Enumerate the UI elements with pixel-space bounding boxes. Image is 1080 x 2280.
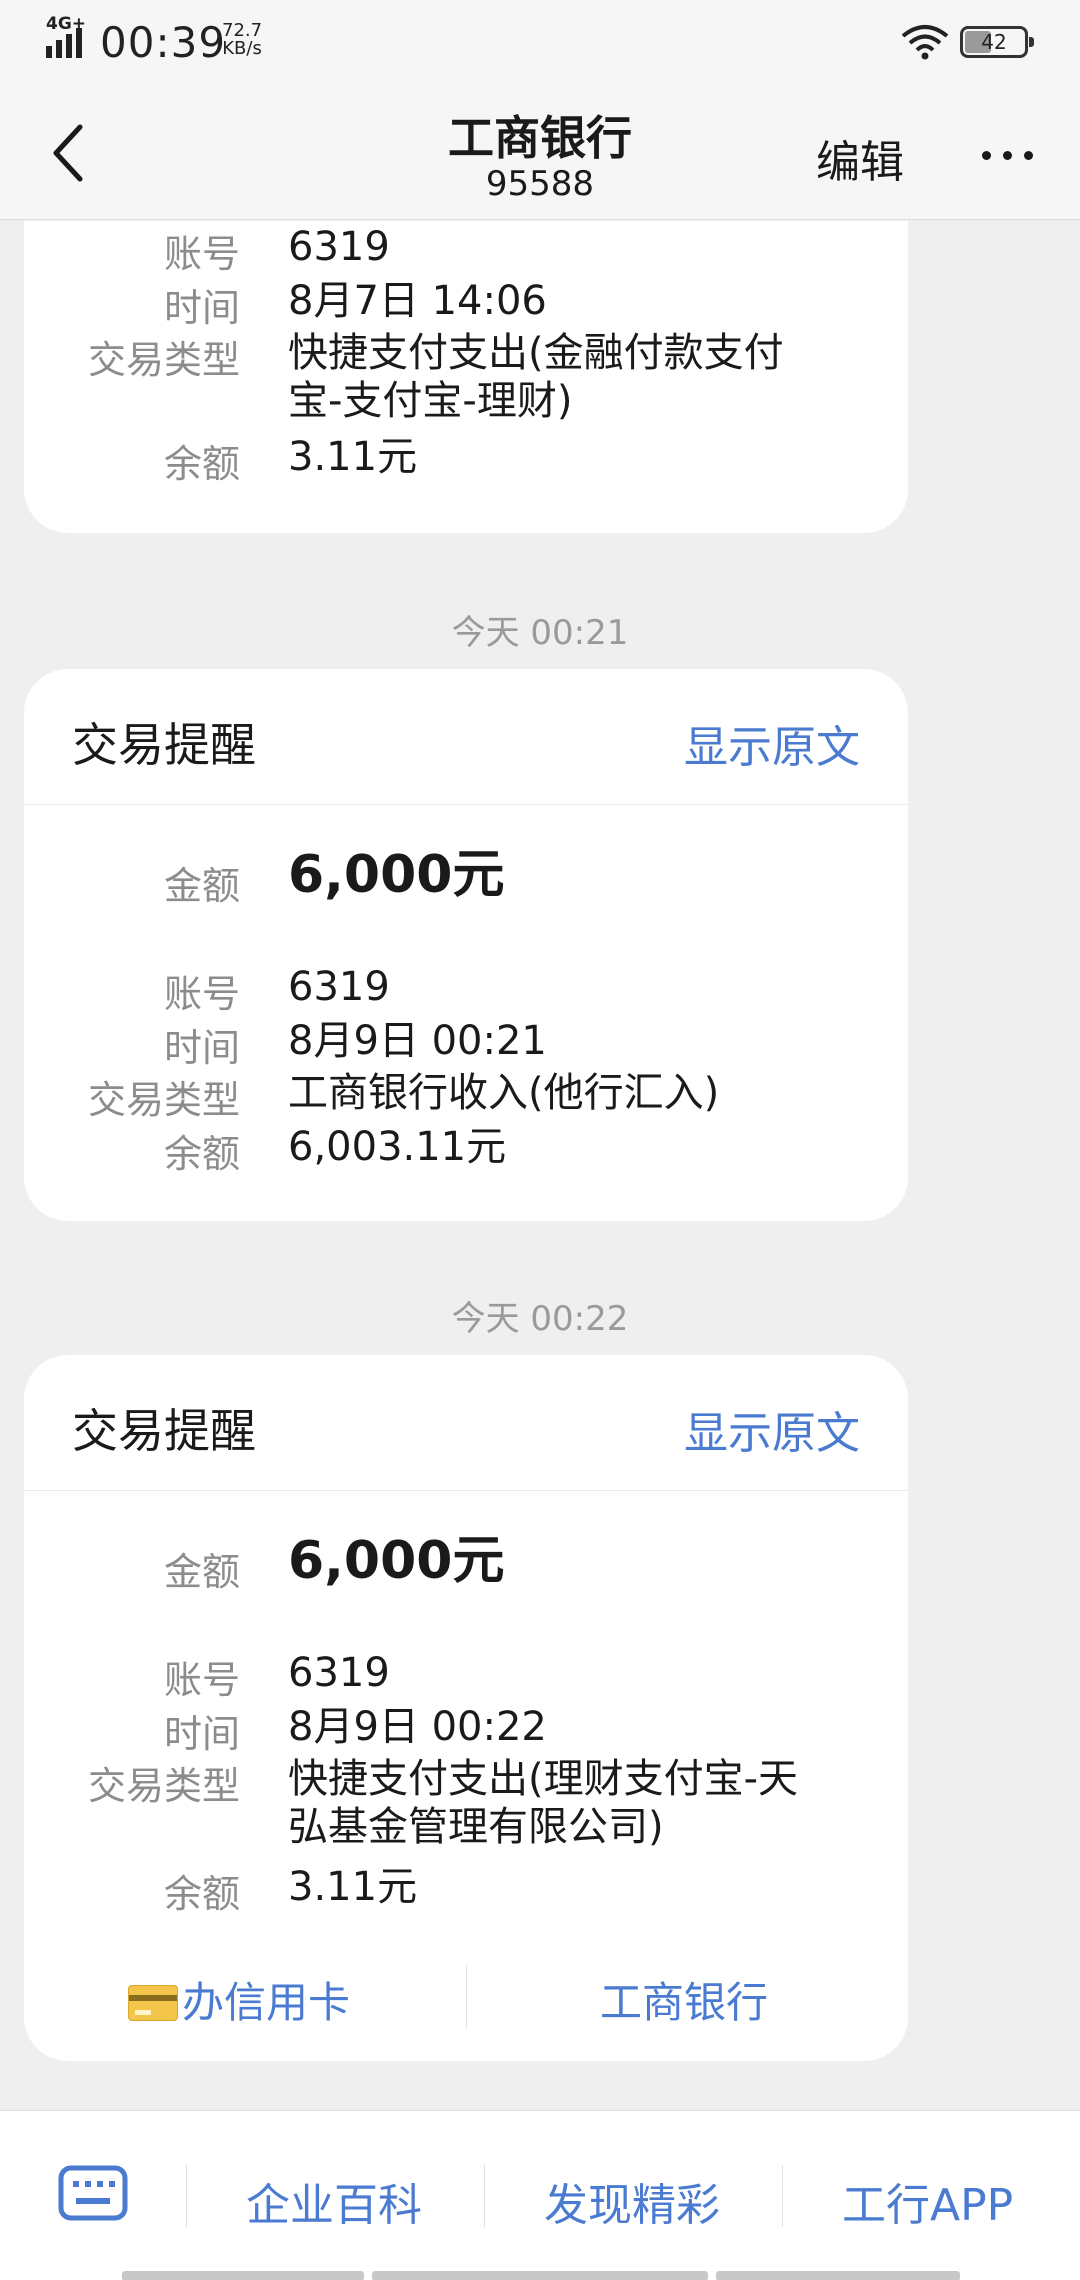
credit-card-icon	[128, 1985, 178, 2021]
row-value-line: 弘基金管理有限公司)	[288, 1804, 664, 1850]
row-value-line: 宝-支付宝-理财)	[288, 378, 573, 424]
detail-row-type: 交易类型 工商银行收入(他行汇入)	[24, 1069, 908, 1123]
footer-divider	[466, 1965, 467, 2029]
amount-value: 6,000元	[288, 1531, 505, 1591]
bank-link[interactable]: 工商银行	[600, 1969, 768, 2030]
row-value: 6,003.11元	[288, 1124, 507, 1170]
detail-row-time: 时间 8月7日 14:06	[24, 277, 908, 331]
row-label: 余额	[163, 1132, 240, 1176]
row-label: 金额	[163, 1550, 240, 1594]
keyboard-icon[interactable]	[58, 2165, 128, 2221]
more-dot-icon	[1024, 150, 1033, 160]
contact-number: 95588	[485, 164, 595, 204]
row-value: 6319	[288, 224, 390, 270]
message-card[interactable]: 交易提醒 显示原文 金额 6,000元 账号 6319 时间 8月9日 00:2…	[24, 1355, 908, 2061]
edit-button[interactable]: 编辑	[816, 126, 904, 190]
message-card[interactable]: 交易提醒 显示原文 金额 6,000元 账号 6319 时间 8月9日 00:2…	[24, 669, 908, 1221]
row-label: 时间	[163, 286, 240, 330]
row-label: 交易类型	[87, 1764, 240, 1808]
row-label: 金额	[163, 864, 240, 908]
row-label: 交易类型	[87, 338, 240, 382]
menu-item-discover[interactable]: 发现精彩	[544, 2169, 720, 2233]
row-value: 8月7日 14:06	[288, 278, 547, 324]
more-button[interactable]	[982, 140, 1042, 170]
contact-name: 工商银行	[448, 111, 632, 165]
battery-icon: 42	[960, 26, 1034, 58]
row-label: 账号	[163, 972, 240, 1016]
menu-separator	[484, 2165, 485, 2227]
row-label: 交易类型	[87, 1078, 240, 1122]
card-title: 交易提醒	[72, 718, 256, 772]
row-label: 账号	[163, 1658, 240, 1702]
menu-item-icbc-app[interactable]: 工行APP	[842, 2169, 1013, 2233]
message-card[interactable]: 账号 6319 时间 8月7日 14:06 交易类型 快捷支付支出(金融付款支付…	[24, 221, 908, 533]
submenu-indicator	[122, 2271, 364, 2280]
speed-unit: KB/s	[222, 38, 262, 59]
row-value: 工商银行收入(他行汇入)	[288, 1070, 720, 1116]
row-label: 账号	[163, 232, 240, 276]
signal-icon	[46, 28, 82, 58]
amount-value: 6,000元	[288, 845, 505, 905]
bottom-menu-bar: 企业百科 发现精彩 工行APP	[0, 2110, 1080, 2280]
detail-row-balance: 余额 3.11元	[24, 1863, 908, 1917]
more-dot-icon	[1003, 150, 1012, 160]
detail-row-type: 交易类型 快捷支付支出(理财支付宝-天 弘基金管理有限公司)	[24, 1755, 908, 1855]
detail-row-account: 账号 6319	[24, 223, 908, 277]
detail-row-amount: 金额 6,000元	[24, 1533, 908, 1595]
row-value: 3.11元	[288, 1864, 418, 1910]
wifi-icon	[901, 25, 949, 60]
menu-separator	[782, 2165, 783, 2227]
row-label: 时间	[163, 1026, 240, 1070]
show-original-link[interactable]: 显示原文	[684, 711, 860, 775]
row-value: 6319	[288, 964, 390, 1010]
row-value-line: 快捷支付支出(金融付款支付	[288, 330, 784, 376]
detail-row-type: 交易类型 快捷支付支出(金融付款支付 宝-支付宝-理财)	[24, 329, 908, 429]
show-original-link[interactable]: 显示原文	[684, 1397, 860, 1461]
message-list[interactable]: 账号 6319 时间 8月7日 14:06 交易类型 快捷支付支出(金融付款支付…	[0, 221, 1080, 2109]
battery-percent: 42	[981, 30, 1007, 54]
apply-credit-card-link[interactable]: 办信用卡	[128, 1969, 350, 2030]
detail-row-amount: 金额 6,000元	[24, 847, 908, 909]
row-value-line: 快捷支付支出(理财支付宝-天	[288, 1756, 799, 1802]
row-value: 8月9日 00:21	[288, 1018, 547, 1064]
message-timestamp: 今天 00:21	[451, 613, 629, 653]
detail-row-account: 账号 6319	[24, 963, 908, 1017]
message-timestamp: 今天 00:22	[451, 1299, 629, 1339]
card-header: 交易提醒 显示原文	[24, 669, 908, 805]
detail-row-time: 时间 8月9日 00:22	[24, 1703, 908, 1757]
card-title: 交易提醒	[72, 1404, 256, 1458]
status-bar: 4G+ 00:39 72.7 KB/s 42	[0, 0, 1080, 84]
more-dot-icon	[982, 150, 991, 160]
submenu-indicator	[372, 2271, 708, 2280]
detail-row-balance: 余额 3.11元	[24, 433, 908, 487]
conversation-header: 工商银行 95588 编辑	[0, 84, 1080, 220]
row-value: 8月9日 00:22	[288, 1704, 547, 1750]
apply-credit-card-label: 办信用卡	[182, 1978, 351, 2027]
row-label: 余额	[163, 442, 240, 486]
submenu-indicator	[716, 2271, 960, 2280]
menu-separator	[186, 2165, 187, 2227]
row-label: 时间	[163, 1712, 240, 1756]
clock: 00:39	[100, 18, 227, 67]
row-label: 余额	[163, 1872, 240, 1916]
row-value: 6319	[288, 1650, 390, 1696]
detail-row-account: 账号 6319	[24, 1649, 908, 1703]
menu-item-company-wiki[interactable]: 企业百科	[246, 2169, 422, 2233]
card-footer: 办信用卡 工商银行	[24, 1945, 908, 2055]
detail-row-time: 时间 8月9日 00:21	[24, 1017, 908, 1071]
row-value: 3.11元	[288, 434, 418, 480]
card-header: 交易提醒 显示原文	[24, 1355, 908, 1491]
row-value: 快捷支付支出(理财支付宝-天 弘基金管理有限公司)	[288, 1755, 868, 1851]
row-value: 快捷支付支出(金融付款支付 宝-支付宝-理财)	[288, 329, 868, 425]
detail-row-balance: 余额 6,003.11元	[24, 1123, 908, 1177]
network-speed: 72.7 KB/s	[222, 22, 262, 58]
